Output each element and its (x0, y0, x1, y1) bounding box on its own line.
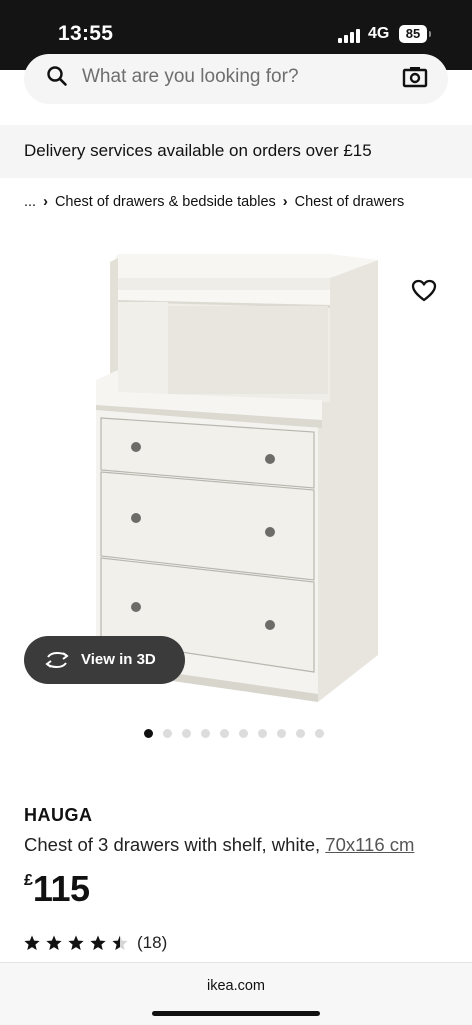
carousel-dot[interactable] (258, 729, 267, 738)
product-description: Chest of 3 drawers with shelf, white, 70… (24, 834, 414, 856)
product-price: £115 (24, 868, 90, 910)
status-time: 13:55 (58, 22, 114, 45)
url-text[interactable]: ikea.com (0, 978, 472, 994)
carousel-dot[interactable] (220, 729, 229, 738)
battery-tip (429, 31, 431, 37)
carousel-dot[interactable] (315, 729, 324, 738)
search-input[interactable]: What are you looking for? (82, 66, 299, 88)
price-currency: £ (24, 872, 33, 889)
product-size-link[interactable]: 70x116 cm (325, 834, 414, 855)
star-icon-filled (46, 935, 62, 950)
price-amount: 115 (32, 868, 90, 909)
carousel-dot[interactable] (163, 729, 172, 738)
battery-icon: 85 (399, 25, 427, 43)
view-in-3d-button[interactable]: View in 3D (24, 636, 185, 684)
delivery-banner[interactable]: Delivery services available on orders ov… (0, 125, 472, 178)
chevron-right-icon: › (43, 194, 48, 210)
browser-address-bar[interactable]: ikea.com (0, 962, 472, 1025)
carousel-dot[interactable] (277, 729, 286, 738)
breadcrumb-ellipsis[interactable]: ... (24, 194, 36, 210)
carousel-dot[interactable] (296, 729, 305, 738)
home-indicator (152, 1011, 320, 1016)
heart-icon[interactable] (411, 279, 437, 308)
camera-icon[interactable] (402, 65, 428, 94)
review-count[interactable]: (18) (137, 933, 167, 953)
breadcrumb: ... › Chest of drawers & bedside tables › Ch… (24, 194, 404, 210)
star-icon-filled (68, 935, 84, 950)
delivery-text: Delivery services available on orders ov… (24, 141, 372, 160)
search-icon (46, 65, 68, 92)
product-description-text: Chest of 3 drawers with shelf, white, (24, 834, 326, 855)
rating-stars (24, 935, 128, 950)
carousel-dot[interactable] (201, 729, 210, 738)
rotate-3d-icon (44, 650, 70, 675)
carousel-dot[interactable] (239, 729, 248, 738)
carousel-dot[interactable] (182, 729, 191, 738)
search-bar[interactable]: What are you looking for? (24, 54, 448, 104)
network-type: 4G (368, 25, 390, 42)
chevron-right-icon: › (282, 194, 288, 210)
carousel-dot[interactable] (144, 729, 153, 738)
view-in-3d-label: View in 3D (81, 651, 156, 668)
star-icon-filled (90, 935, 106, 950)
star-icon-filled (24, 935, 40, 950)
signal-icon (338, 29, 360, 43)
breadcrumb-chest-bedside[interactable]: Chest of drawers & bedside tables (55, 194, 276, 210)
product-name[interactable]: HAUGA (24, 805, 93, 826)
breadcrumb-chest-of-drawers[interactable]: Chest of drawers (295, 194, 405, 210)
